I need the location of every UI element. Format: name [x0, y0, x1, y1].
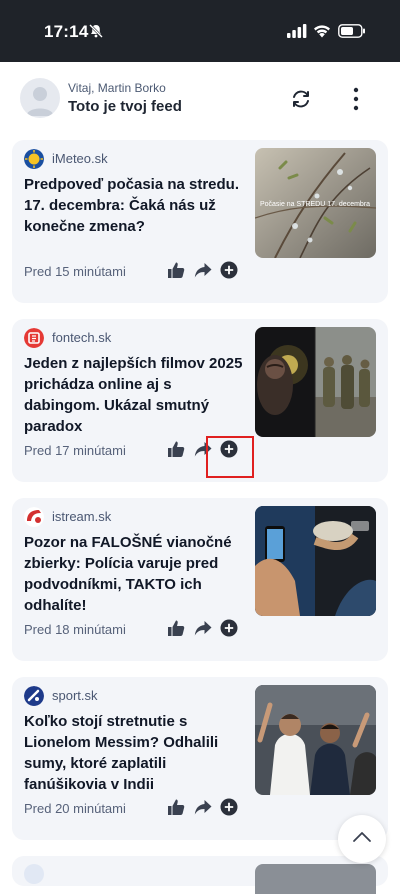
article-time: Pred 20 minútami [24, 801, 126, 816]
article-thumbnail[interactable]: Počasie na STREDU 17. decembra [255, 148, 376, 258]
imeteo-source-icon [24, 149, 44, 169]
highlight-box [206, 436, 254, 478]
refresh-icon[interactable] [290, 88, 312, 110]
more-vertical-icon[interactable] [346, 86, 366, 112]
article-title[interactable]: Pozor na FALOŠNÉ vianočné zbierky: Políc… [24, 532, 249, 616]
feed-header: Vitaj, Martin Borko Toto je tvoj feed [0, 62, 400, 140]
wifi-icon [314, 25, 330, 38]
article-card[interactable]: iMeteo.sk Predpoveď počasia na stredu. 1… [12, 140, 388, 303]
article-source: sport.sk [52, 688, 98, 703]
plus-circle-icon[interactable] [220, 619, 238, 637]
battery-icon [338, 24, 365, 38]
avatar[interactable] [20, 78, 60, 118]
article-card[interactable]: fontech.sk Jeden z najlepších filmov 202… [12, 319, 388, 482]
article-time: Pred 18 minútami [24, 622, 126, 637]
article-source: iMeteo.sk [52, 151, 108, 166]
page-title: Toto je tvoj feed [68, 98, 182, 115]
bell-slash-icon [89, 24, 103, 38]
status-bar: 17:14 [0, 0, 400, 62]
chevron-up-icon [353, 832, 371, 842]
thumbnail-caption: Počasie na STREDU 17. decembra [260, 201, 370, 208]
article-card[interactable]: sport.sk Koľko stojí stretnutie s Lionel… [12, 677, 388, 840]
istream-source-icon [24, 507, 44, 527]
article-thumbnail[interactable] [255, 685, 376, 795]
share-icon[interactable] [194, 798, 212, 816]
article-thumbnail[interactable] [255, 327, 376, 437]
status-time: 17:14 [44, 22, 89, 41]
source-icon [24, 864, 44, 884]
article-thumbnail[interactable] [255, 506, 376, 616]
greeting-text: Vitaj, Martin Borko [68, 81, 166, 95]
article-source: istream.sk [52, 509, 112, 524]
share-icon[interactable] [194, 619, 212, 637]
article-source: fontech.sk [52, 330, 112, 345]
scroll-to-top-button[interactable] [338, 815, 386, 863]
article-time: Pred 17 minútami [24, 443, 126, 458]
thumbs-up-icon[interactable] [167, 440, 185, 458]
signal-icon [287, 24, 307, 38]
thumbs-up-icon[interactable] [167, 798, 185, 816]
article-title[interactable]: Koľko stojí stretnutie s Lionelom Messim… [24, 711, 249, 795]
thumbs-up-icon[interactable] [167, 261, 185, 279]
article-card[interactable]: istream.sk Pozor na FALOŠNÉ vianočné zbi… [12, 498, 388, 661]
article-card[interactable] [12, 856, 388, 894]
fontech-source-icon [24, 328, 44, 348]
thumbs-up-icon[interactable] [167, 619, 185, 637]
article-title[interactable]: Jeden z najlepších filmov 2025 prichádza… [24, 353, 249, 437]
sport-source-icon [24, 686, 44, 706]
article-title[interactable]: Predpoveď počasia na stredu. 17. decembr… [24, 174, 249, 237]
plus-circle-icon[interactable] [220, 798, 238, 816]
share-icon[interactable] [194, 261, 212, 279]
article-thumbnail[interactable] [255, 864, 376, 894]
plus-circle-icon[interactable] [220, 261, 238, 279]
article-time: Pred 15 minútami [24, 264, 126, 279]
